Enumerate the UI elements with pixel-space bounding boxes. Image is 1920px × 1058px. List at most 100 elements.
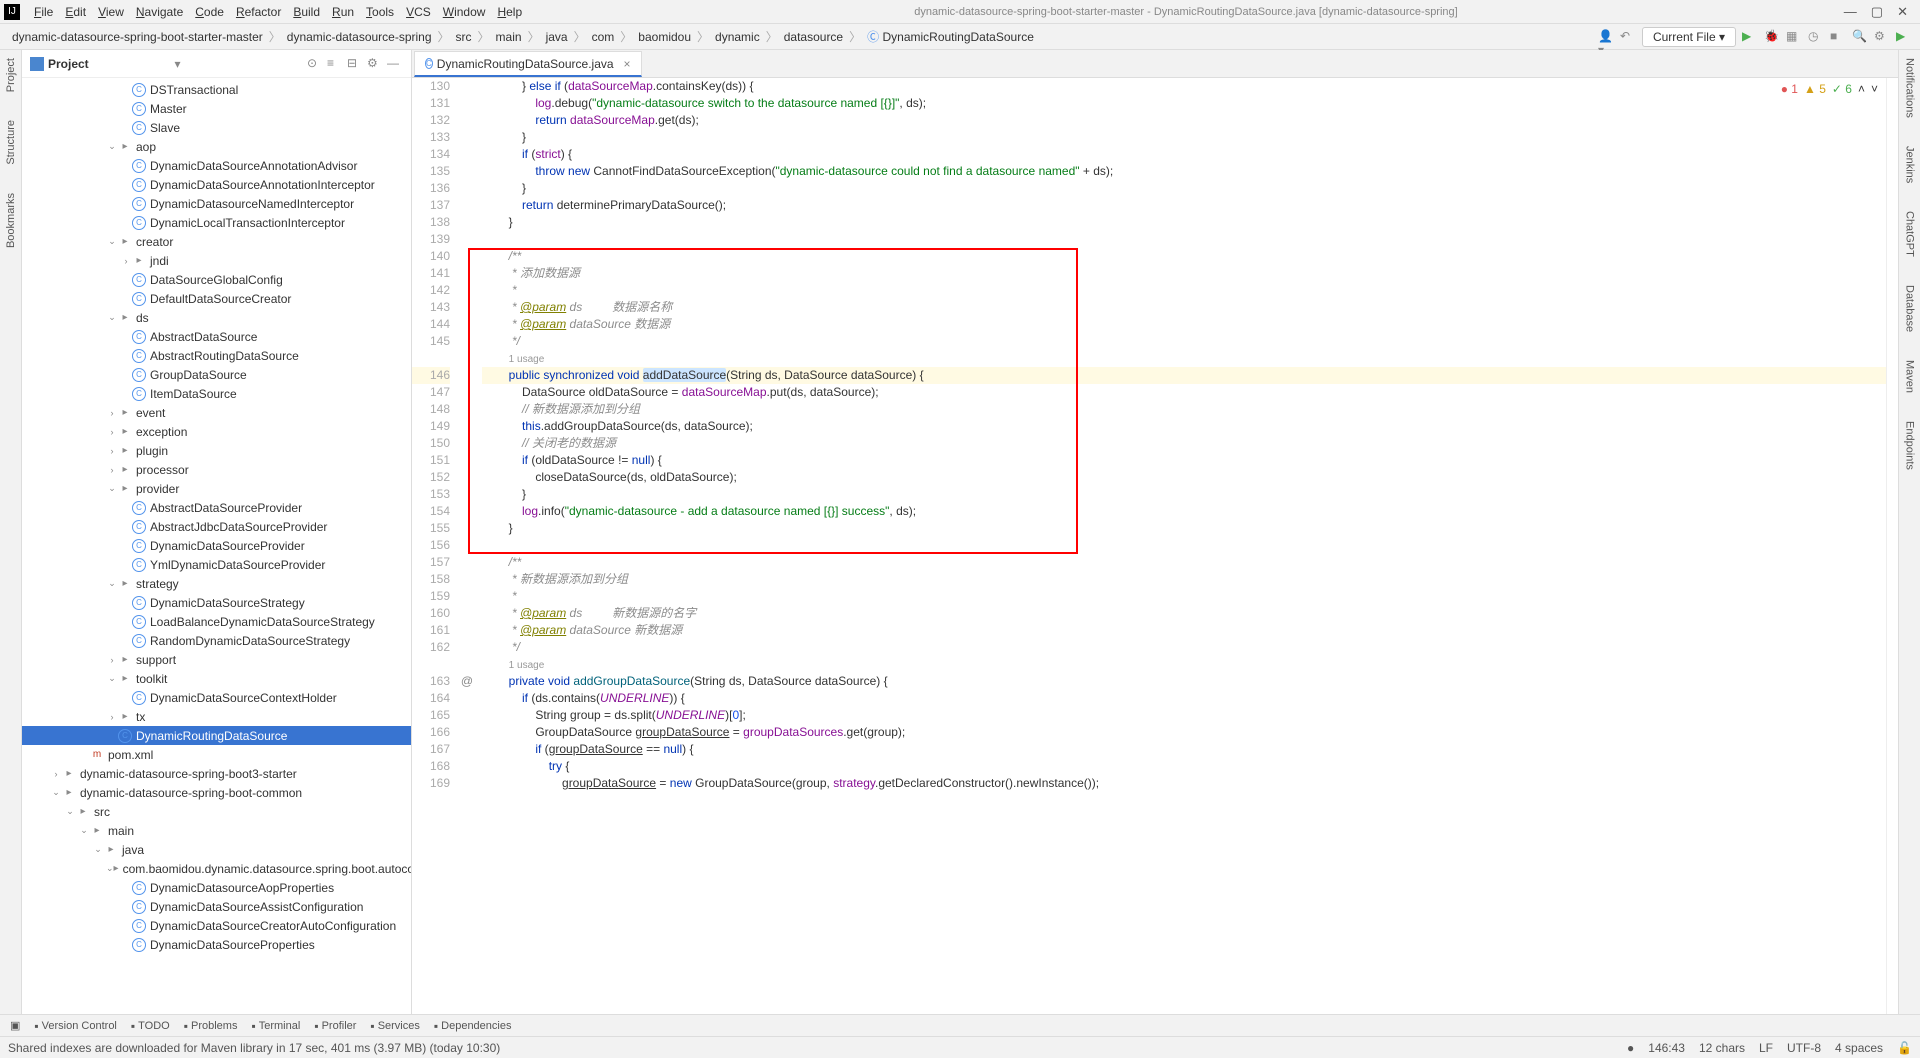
gear-icon[interactable]: ⚙ xyxy=(367,56,383,72)
tree-item[interactable]: CDataSourceGlobalConfig xyxy=(22,270,411,289)
line-gutter[interactable]: 1301311321331341351361371381391401411421… xyxy=(412,78,460,1014)
code-editor[interactable]: ● 1 ▲ 5 ✓ 6 ˄ ˅ 130131132133134135136137… xyxy=(412,78,1898,1014)
editor-tab[interactable]: C DynamicRoutingDataSource.java × xyxy=(414,51,642,77)
error-stripe[interactable] xyxy=(1886,78,1898,1014)
tree-item[interactable]: CDynamicDataSourceProvider xyxy=(22,536,411,555)
tree-item[interactable]: CLoadBalanceDynamicDataSourceStrategy xyxy=(22,612,411,631)
tree-item[interactable]: ⌄▸ds xyxy=(22,308,411,327)
tree-item[interactable]: ⌄▸strategy xyxy=(22,574,411,593)
tree-item[interactable]: ⌄▸dynamic-datasource-spring-boot-common xyxy=(22,783,411,802)
run-icon[interactable]: ▶ xyxy=(1742,29,1758,45)
bottom-tool-version-control[interactable]: ▪ Version Control xyxy=(28,1019,122,1033)
minimize-icon[interactable]: — xyxy=(1844,4,1857,20)
tree-item[interactable]: CDynamicLocalTransactionInterceptor xyxy=(22,213,411,232)
user-icon[interactable]: 👤▾ xyxy=(1598,29,1614,45)
tree-item[interactable]: CAbstractRoutingDataSource xyxy=(22,346,411,365)
check-indicator[interactable]: ✓ 6 xyxy=(1832,82,1852,96)
menu-edit[interactable]: Edit xyxy=(59,5,92,19)
menu-vcs[interactable]: VCS xyxy=(400,5,437,19)
tree-item[interactable]: ⌄▸src xyxy=(22,802,411,821)
tree-item[interactable]: ⌄▸creator xyxy=(22,232,411,251)
tree-item[interactable]: ›▸plugin xyxy=(22,441,411,460)
tree-item[interactable]: CYmlDynamicDataSourceProvider xyxy=(22,555,411,574)
caret-position[interactable]: 146:43 xyxy=(1648,1041,1685,1055)
tree-item[interactable]: ⌄▸provider xyxy=(22,479,411,498)
tool-maven[interactable]: Maven xyxy=(1904,356,1916,397)
tool-database[interactable]: Database xyxy=(1904,281,1916,336)
run-config-selector[interactable]: Current File ▾ xyxy=(1642,27,1736,47)
tree-item[interactable]: CDefaultDataSourceCreator xyxy=(22,289,411,308)
bottom-tool-services[interactable]: ▪ Services xyxy=(364,1019,425,1033)
tree-item[interactable]: ⌄▸main xyxy=(22,821,411,840)
maximize-icon[interactable]: ▢ xyxy=(1871,4,1883,20)
select-opened-icon[interactable]: ⊙ xyxy=(307,56,323,72)
indent-info[interactable]: 4 spaces xyxy=(1835,1041,1883,1055)
debug-icon[interactable]: 🐞 xyxy=(1764,29,1780,45)
tool-window-quick-access-icon[interactable]: ▣ xyxy=(4,1019,26,1032)
back-icon[interactable]: ↶ xyxy=(1620,29,1636,45)
tree-item[interactable]: ›▸support xyxy=(22,650,411,669)
warning-indicator[interactable]: ▲ 5 xyxy=(1804,82,1826,96)
tree-item[interactable]: CDynamicDatasourceAopProperties xyxy=(22,878,411,897)
run-anything-icon[interactable]: ▶ xyxy=(1896,29,1912,45)
tool-structure[interactable]: Structure xyxy=(5,116,17,169)
tree-item[interactable]: ›▸exception xyxy=(22,422,411,441)
file-encoding[interactable]: UTF-8 xyxy=(1787,1041,1821,1055)
tree-item[interactable]: ⌄▸com.baomidou.dynamic.datasource.spring… xyxy=(22,859,411,878)
bottom-tool-problems[interactable]: ▪ Problems xyxy=(178,1019,244,1033)
tree-item[interactable]: CDSTransactional xyxy=(22,80,411,99)
tree-item[interactable]: CDynamicDataSourceCreatorAutoConfigurati… xyxy=(22,916,411,935)
tool-jenkins[interactable]: Jenkins xyxy=(1904,142,1916,187)
tree-item[interactable]: CGroupDataSource xyxy=(22,365,411,384)
breadcrumb-item[interactable]: Ⓒ DynamicRoutingDataSource xyxy=(863,28,1038,45)
menu-navigate[interactable]: Navigate xyxy=(130,5,189,19)
menu-tools[interactable]: Tools xyxy=(360,5,400,19)
menu-code[interactable]: Code xyxy=(189,5,230,19)
close-icon[interactable]: ✕ xyxy=(1897,4,1908,20)
dropdown-icon[interactable]: ▾ xyxy=(174,57,180,71)
tab-close-icon[interactable]: × xyxy=(624,57,631,71)
tree-item[interactable]: ›▸event xyxy=(22,403,411,422)
menu-help[interactable]: Help xyxy=(491,5,528,19)
menu-run[interactable]: Run xyxy=(326,5,360,19)
tree-item[interactable]: CAbstractDataSource xyxy=(22,327,411,346)
tree-item[interactable]: CMaster xyxy=(22,99,411,118)
breadcrumb-item[interactable]: com xyxy=(588,30,619,44)
breadcrumb-item[interactable]: main xyxy=(492,30,526,44)
tool-bookmarks[interactable]: Bookmarks xyxy=(5,189,17,252)
bottom-tool-dependencies[interactable]: ▪ Dependencies xyxy=(428,1019,518,1033)
stop-icon[interactable]: ■ xyxy=(1830,29,1846,45)
tree-item[interactable]: mpom.xml xyxy=(22,745,411,764)
expand-all-icon[interactable]: ≡ xyxy=(327,56,343,72)
menu-file[interactable]: File xyxy=(28,5,59,19)
tool-project[interactable]: Project xyxy=(5,54,17,96)
tree-item[interactable]: CDynamicDataSourceContextHolder xyxy=(22,688,411,707)
bottom-tool-todo[interactable]: ▪ TODO xyxy=(125,1019,176,1033)
error-indicator[interactable]: ● 1 xyxy=(1781,82,1798,96)
menu-window[interactable]: Window xyxy=(437,5,492,19)
progress-indicator[interactable]: ● xyxy=(1627,1041,1634,1055)
tree-item[interactable]: ›▸dynamic-datasource-spring-boot3-starte… xyxy=(22,764,411,783)
tool-chatgpt[interactable]: ChatGPT xyxy=(1904,207,1916,261)
tree-item[interactable]: CAbstractJdbcDataSourceProvider xyxy=(22,517,411,536)
coverage-icon[interactable]: ▦ xyxy=(1786,29,1802,45)
settings-icon[interactable]: ⚙ xyxy=(1874,29,1890,45)
tree-item[interactable]: ⌄▸java xyxy=(22,840,411,859)
tree-item[interactable]: ›▸processor xyxy=(22,460,411,479)
tree-item[interactable]: ⌄▸aop xyxy=(22,137,411,156)
menu-build[interactable]: Build xyxy=(287,5,326,19)
breadcrumb-item[interactable]: java xyxy=(542,30,572,44)
tree-item[interactable]: CAbstractDataSourceProvider xyxy=(22,498,411,517)
breadcrumb-item[interactable]: dynamic-datasource-spring-boot-starter-m… xyxy=(8,30,267,44)
tree-item[interactable]: CDynamicDataSourceProperties xyxy=(22,935,411,954)
tree-item[interactable]: ›▸tx xyxy=(22,707,411,726)
tree-item[interactable]: CItemDataSource xyxy=(22,384,411,403)
menu-view[interactable]: View xyxy=(92,5,130,19)
selection-length[interactable]: 12 chars xyxy=(1699,1041,1745,1055)
menu-refactor[interactable]: Refactor xyxy=(230,5,287,19)
tree-item[interactable]: CDynamicDataSourceAnnotationAdvisor xyxy=(22,156,411,175)
tool-notifications[interactable]: Notifications xyxy=(1904,54,1916,122)
collapse-all-icon[interactable]: ⊟ xyxy=(347,56,363,72)
bottom-tool-profiler[interactable]: ▪ Profiler xyxy=(308,1019,362,1033)
chevron-up-icon[interactable]: ˄ xyxy=(1858,82,1865,96)
